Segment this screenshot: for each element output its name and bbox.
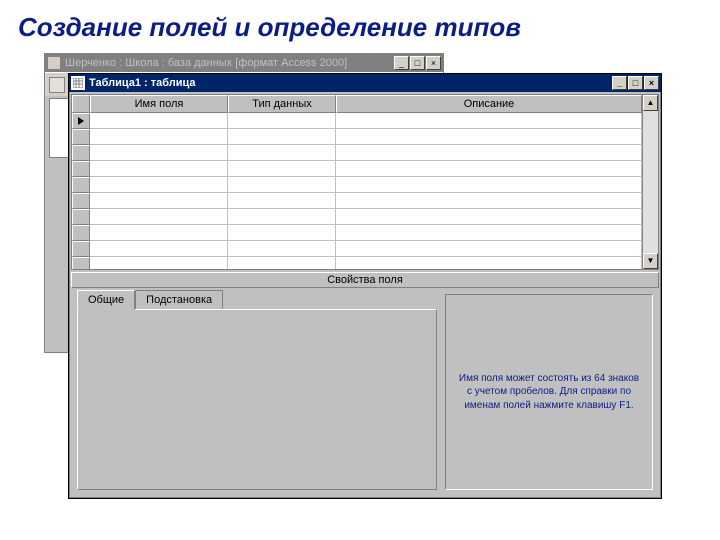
db-close-button[interactable]: × [426,56,441,70]
table-row[interactable] [72,129,642,145]
row-selector[interactable] [72,129,90,145]
minimize-button[interactable]: _ [612,76,627,90]
table-row[interactable] [72,225,642,241]
scroll-down-button[interactable]: ▼ [643,253,658,269]
field-properties-area: Общие Подстановка Имя поля может состоят… [71,290,659,496]
grid-rows [72,113,642,269]
row-selector-header[interactable] [72,95,90,113]
database-title-text: Шерченко : Школа : база данных [формат A… [65,57,347,69]
table-row[interactable] [72,193,642,209]
table-row[interactable] [72,177,642,193]
properties-tab-body [77,309,437,490]
table-row[interactable] [72,209,642,225]
maximize-button[interactable]: □ [628,76,643,90]
col-header-data-type[interactable]: Тип данных [228,95,336,113]
row-selector[interactable] [72,257,90,269]
scroll-up-button[interactable]: ▲ [643,95,658,111]
database-icon [47,56,61,70]
table-row[interactable] [72,257,642,269]
table-row[interactable] [72,241,642,257]
help-panel: Имя поля может состоять из 64 знаков с у… [445,294,653,490]
row-selector[interactable] [72,145,90,161]
field-properties-header: Свойства поля [71,272,659,288]
row-selector[interactable] [72,241,90,257]
description-cell[interactable] [336,113,642,129]
field-name-cell[interactable] [90,113,228,129]
table-titlebar[interactable]: Таблица1 : таблица _ □ × [69,74,661,92]
db-minimize-button[interactable]: _ [394,56,409,70]
app-area: Шерченко : Школа : база данных [формат A… [44,53,662,501]
table-design-window: Таблица1 : таблица _ □ × Имя поля Тип да… [68,73,662,499]
properties-tabstrip: Общие Подстановка [77,290,437,310]
tab-general[interactable]: Общие [77,290,135,310]
table-row[interactable] [72,145,642,161]
database-titlebar: Шерченко : Школа : база данных [формат A… [45,54,443,72]
row-selector[interactable] [72,209,90,225]
scroll-track[interactable] [643,111,658,253]
field-grid: Имя поля Тип данных Описание [71,94,659,270]
row-selector[interactable] [72,113,90,129]
help-text: Имя поля может состоять из 64 знаков с у… [456,372,642,413]
data-type-cell[interactable] [228,113,336,129]
table-title-text: Таблица1 : таблица [89,77,196,89]
vertical-scrollbar[interactable]: ▲ ▼ [642,95,658,269]
close-button[interactable]: × [644,76,659,90]
row-selector[interactable] [72,193,90,209]
col-header-field-name[interactable]: Имя поля [90,95,228,113]
row-selector[interactable] [72,225,90,241]
properties-tabs-panel: Общие Подстановка [77,290,437,490]
page-title: Создание полей и определение типов [0,0,720,43]
col-header-description[interactable]: Описание [336,95,642,113]
table-row[interactable] [72,113,642,129]
toolbar-icon[interactable] [49,77,65,93]
tab-lookup[interactable]: Подстановка [135,290,223,310]
row-selector[interactable] [72,177,90,193]
datasheet-icon [71,76,85,90]
table-row[interactable] [72,161,642,177]
db-maximize-button[interactable]: □ [410,56,425,70]
row-selector[interactable] [72,161,90,177]
grid-header-row: Имя поля Тип данных Описание [72,95,642,113]
